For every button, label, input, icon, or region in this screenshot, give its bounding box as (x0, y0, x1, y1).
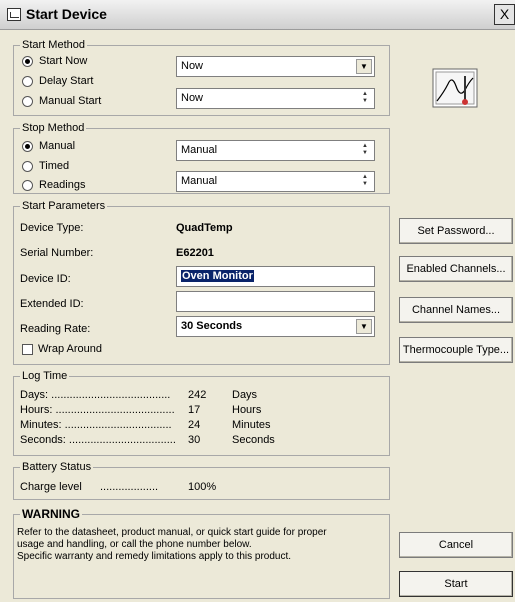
start-method-legend: Start Method (22, 39, 85, 51)
warning-text-line-1: Refer to the datasheet, product manual, … (17, 527, 327, 538)
warning-legend: WARNING (22, 507, 80, 521)
dropdown-arrow-icon[interactable]: ▼ (356, 319, 372, 334)
radio-delay-start[interactable]: Delay Start (22, 75, 93, 87)
stop-readings-spinner[interactable]: Manual ▲ ▼ (176, 171, 375, 192)
spin-arrow-icon[interactable]: ▲ ▼ (358, 174, 372, 189)
close-button[interactable]: X (494, 4, 515, 25)
log-time-days-unit: Days (232, 389, 258, 401)
enabled-channels-button[interactable]: Enabled Channels... (399, 256, 513, 282)
channel-names-button[interactable]: Channel Names... (399, 297, 513, 323)
serial-number-label: Serial Number: (20, 247, 94, 259)
extended-id-input[interactable] (176, 291, 375, 312)
dropdown-arrow-icon[interactable]: ▼ (356, 59, 372, 74)
serial-number-value: E62201 (176, 247, 214, 259)
device-id-label: Device ID: (20, 273, 71, 285)
log-time-hours-label: Hours: .................................… (20, 404, 175, 416)
log-time-days-label: Days: ..................................… (20, 389, 171, 401)
device-id-input-value: Oven Monitor (181, 270, 254, 282)
start-parameters-legend: Start Parameters (22, 200, 106, 212)
wrap-around-label: Wrap Around (38, 343, 103, 355)
radio-manual-label: Manual (39, 140, 76, 152)
cancel-button[interactable]: Cancel (399, 532, 513, 558)
start-button[interactable]: Start (399, 571, 513, 597)
set-password-button[interactable]: Set Password... (399, 218, 513, 244)
wrap-around-checkbox[interactable] (22, 344, 33, 355)
start-device-dialog: Start Device X Start Method Start Now De… (0, 0, 515, 602)
charge-level-leader: ................... (100, 481, 159, 493)
log-time-minutes-label: Minutes: ...............................… (20, 419, 172, 431)
log-time-seconds-value: 30 (188, 434, 201, 446)
radio-selected-icon (22, 55, 33, 67)
log-time-legend: Log Time (22, 370, 68, 382)
log-time-minutes-value: 24 (188, 419, 201, 431)
extended-id-label: Extended ID: (20, 298, 84, 310)
radio-selected-icon (22, 140, 33, 152)
log-time-minutes-unit: Minutes (232, 419, 271, 431)
warning-text-line-3: Specific warranty and remedy limitations… (17, 551, 292, 562)
device-type-value: QuadTemp (176, 222, 233, 234)
stop-method-legend: Stop Method (22, 122, 85, 134)
start-time-spinner[interactable]: Now ▲ ▼ (176, 88, 375, 109)
radio-delay-start-label: Delay Start (39, 75, 94, 87)
log-time-seconds-unit: Seconds (232, 434, 275, 446)
radio-start-now-label: Start Now (39, 55, 88, 67)
reading-rate-select-value: 30 Seconds (181, 320, 243, 332)
radio-readings[interactable]: Readings (22, 179, 85, 191)
radio-unselected-icon (22, 75, 33, 87)
radio-start-now[interactable]: Start Now (22, 55, 87, 67)
radio-unselected-icon (22, 160, 33, 172)
stop-manual-spinner-value: Manual (181, 144, 218, 156)
log-time-seconds-label: Seconds: ...............................… (20, 434, 176, 446)
radio-timed[interactable]: Timed (22, 160, 69, 172)
stop-manual-spinner[interactable]: Manual ▲ ▼ (176, 140, 375, 161)
battery-status-legend: Battery Status (22, 461, 92, 473)
title-bar: Start Device X (0, 0, 515, 30)
charge-level-value: 100% (188, 481, 217, 493)
radio-unselected-icon (22, 95, 33, 107)
radio-manual-start[interactable]: Manual Start (22, 95, 101, 107)
thermocouple-type-button[interactable]: Thermocouple Type... (399, 337, 513, 363)
start-now-select[interactable]: Now ▼ (176, 56, 375, 77)
reading-rate-label: Reading Rate: (20, 323, 91, 335)
log-time-days-value: 242 (188, 389, 207, 401)
window-title: Start Device (26, 6, 107, 22)
log-time-hours-unit: Hours (232, 404, 262, 416)
radio-manual-start-label: Manual Start (39, 95, 102, 107)
stop-readings-spinner-value: Manual (181, 175, 218, 187)
radio-readings-label: Readings (39, 179, 86, 191)
graph-icon (432, 68, 478, 108)
spin-arrow-icon[interactable]: ▲ ▼ (358, 91, 372, 106)
radio-timed-label: Timed (39, 160, 70, 172)
radio-unselected-icon (22, 179, 33, 191)
log-time-hours-value: 17 (188, 404, 201, 416)
app-icon (7, 8, 21, 21)
start-time-spinner-value: Now (181, 92, 204, 104)
reading-rate-select[interactable]: 30 Seconds ▼ (176, 316, 375, 337)
warning-text-line-2: usage and handling, or call the phone nu… (17, 539, 252, 550)
device-id-input[interactable]: Oven Monitor (176, 266, 375, 287)
device-type-label: Device Type: (20, 222, 84, 234)
spin-arrow-icon[interactable]: ▲ ▼ (358, 143, 372, 158)
charge-level-label: Charge level (20, 481, 82, 493)
start-now-select-value: Now (181, 60, 204, 72)
radio-manual[interactable]: Manual (22, 140, 75, 152)
